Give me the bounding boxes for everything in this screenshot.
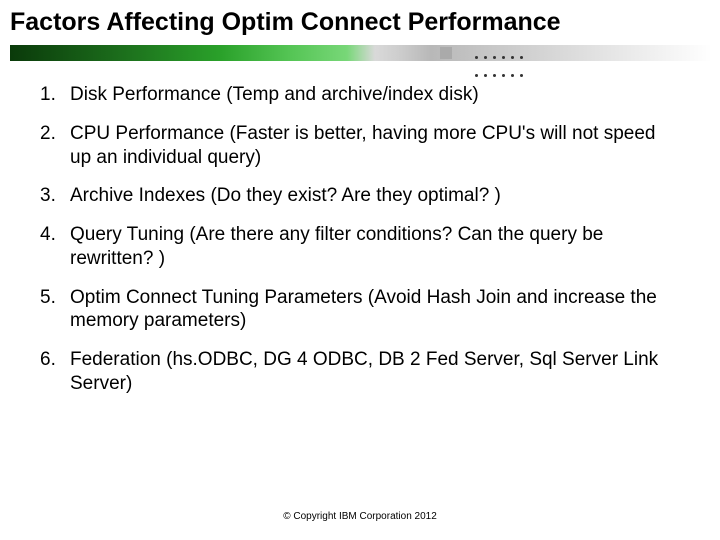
slide-title: Factors Affecting Optim Connect Performa… xyxy=(0,0,720,43)
list-item: Optim Connect Tuning Parameters (Avoid H… xyxy=(40,286,680,334)
decorative-bar xyxy=(10,45,712,61)
factors-list: Disk Performance (Temp and archive/index… xyxy=(40,83,680,396)
copyright-text: © Copyright IBM Corporation 2012 xyxy=(0,511,720,522)
list-item: CPU Performance (Faster is better, havin… xyxy=(40,122,680,170)
list-item: Query Tuning (Are there any filter condi… xyxy=(40,223,680,271)
bar-dots-icon xyxy=(472,47,572,59)
list-item: Disk Performance (Temp and archive/index… xyxy=(40,83,680,107)
bar-square-icon xyxy=(440,47,452,59)
list-item: Archive Indexes (Do they exist? Are they… xyxy=(40,184,680,208)
slide: Factors Affecting Optim Connect Performa… xyxy=(0,0,720,540)
list-item: Federation (hs.ODBC, DG 4 ODBC, DB 2 Fed… xyxy=(40,348,680,396)
